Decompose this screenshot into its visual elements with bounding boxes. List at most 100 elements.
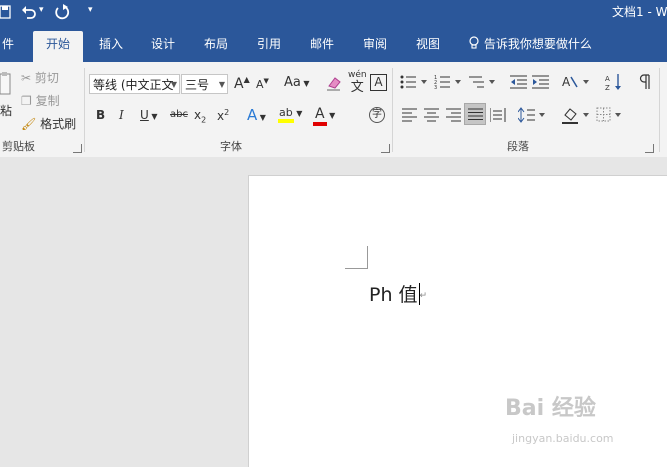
redo-icon[interactable]	[54, 3, 70, 20]
chevron-down-icon: ▼	[170, 80, 177, 89]
change-case-icon: Aa	[284, 75, 301, 90]
watermark-logo: Bai 经验	[505, 396, 596, 421]
change-case-button[interactable]: Aa ▼	[284, 75, 310, 90]
shrink-font-button[interactable]: A▼	[256, 77, 269, 91]
tab-review[interactable]: 审阅	[360, 31, 390, 62]
copy-button[interactable]: ❐ 复制	[21, 92, 60, 109]
font-launcher-icon[interactable]	[381, 144, 390, 153]
font-name-dropdown[interactable]: 等线 (中文正文 ▼	[89, 74, 180, 94]
undo-dropdown-icon[interactable]: ▾	[39, 5, 44, 15]
phonetic-guide-top: wén	[348, 70, 367, 80]
separator	[84, 68, 85, 152]
italic-button[interactable]: I	[119, 108, 124, 122]
align-left-icon[interactable]	[402, 108, 418, 122]
grow-font-button[interactable]: A▲	[234, 75, 250, 92]
clipboard-group-label: 剪贴板	[2, 140, 35, 153]
grow-font-icon: A	[234, 76, 244, 92]
document-page[interactable]: Ph 值 ↵	[248, 175, 667, 467]
document-text-content: Ph 值	[369, 284, 418, 306]
copy-label: 复制	[35, 94, 60, 108]
tab-file[interactable]: 件	[0, 31, 16, 62]
paragraph-mark: ↵	[419, 291, 428, 301]
copy-icon: ❐	[21, 94, 32, 108]
paste-icon[interactable]	[0, 70, 12, 98]
watermark-url: jingyan.baidu.com	[512, 432, 614, 445]
font-size-dropdown[interactable]: 三号 ▼	[181, 74, 228, 94]
text-effects-icon: A	[247, 106, 258, 124]
paragraph-launcher-icon[interactable]	[645, 144, 654, 153]
strikethrough-button[interactable]: abc	[170, 109, 188, 120]
enclose-characters-button[interactable]: 字	[369, 107, 385, 123]
svg-text:3: 3	[434, 85, 437, 90]
paste-label[interactable]: 粘	[0, 102, 12, 119]
subscript-button[interactable]: x2	[194, 108, 206, 124]
tell-me-label: 告诉我你想要做什么	[483, 37, 592, 51]
align-center-icon[interactable]	[424, 108, 440, 122]
clipboard-launcher-icon[interactable]	[73, 144, 82, 153]
phonetic-guide-button[interactable]: wén 文	[348, 70, 367, 95]
ribbon-home: 粘 ✂ 剪切 ❐ 复制 🖌 格式刷 剪贴板 等线 (中文正文 ▼ 三号 ▼ A▲	[0, 62, 667, 158]
show-marks-icon[interactable]	[638, 74, 652, 90]
tab-mailings[interactable]: 邮件	[307, 31, 337, 62]
svg-text:A: A	[562, 75, 571, 89]
ribbon-tabs: 件 开始 插入 设计 布局 引用 邮件 审阅 视图 告诉我你想要做什么	[0, 24, 667, 62]
multilevel-list-icon[interactable]	[468, 74, 496, 90]
tab-view[interactable]: 视图	[413, 31, 443, 62]
numbering-icon[interactable]: 123	[434, 74, 462, 90]
save-icon[interactable]	[0, 5, 12, 19]
distributed-icon[interactable]	[490, 108, 506, 122]
phonetic-guide-icon: 文	[350, 80, 364, 95]
tab-design[interactable]: 设计	[148, 31, 178, 62]
tab-home[interactable]: 开始	[33, 31, 83, 62]
tab-layout[interactable]: 布局	[201, 31, 231, 62]
tab-references[interactable]: 引用	[254, 31, 284, 62]
window-title: 文档1 - W	[612, 5, 667, 19]
sort-icon[interactable]: AZ	[605, 73, 623, 91]
brush-icon: 🖌	[21, 117, 37, 131]
line-spacing-icon[interactable]	[518, 107, 546, 123]
increase-indent-icon[interactable]	[532, 74, 550, 90]
customize-qat-icon[interactable]: ▾	[88, 5, 93, 15]
paragraph-group-label: 段落	[507, 140, 529, 153]
cut-label: 剪切	[34, 71, 59, 85]
chevron-down-icon: ▼	[218, 80, 225, 89]
justify-button[interactable]	[464, 103, 486, 125]
borders-icon[interactable]	[596, 107, 624, 123]
character-border-button[interactable]: A	[370, 74, 387, 91]
bullets-icon[interactable]	[400, 74, 428, 90]
decrease-indent-icon[interactable]	[510, 74, 528, 90]
text-effects-button[interactable]: A ▼	[247, 106, 266, 124]
cut-button[interactable]: ✂ 剪切	[21, 69, 59, 86]
underline-icon: U	[140, 108, 149, 122]
align-right-icon[interactable]	[446, 108, 462, 122]
format-painter-button[interactable]: 🖌 格式刷	[21, 115, 76, 132]
highlight-button[interactable]: ab ▼	[278, 106, 302, 123]
font-color-button[interactable]: A ▼	[313, 106, 335, 126]
scissors-icon: ✂	[21, 71, 32, 85]
shrink-font-icon: A	[256, 78, 264, 91]
underline-button[interactable]: U ▼	[140, 108, 158, 122]
title-bar: ▾ ▾ 文档1 - W	[0, 0, 667, 24]
document-text[interactable]: Ph 值 ↵	[369, 280, 427, 307]
highlight-icon: ab	[278, 106, 294, 123]
font-name-value: 等线 (中文正文	[93, 78, 174, 92]
chinese-layout-icon[interactable]: A	[562, 74, 590, 90]
font-group-label: 字体	[220, 140, 242, 153]
shading-icon[interactable]	[562, 106, 590, 124]
svg-text:A: A	[605, 75, 610, 83]
svg-text:Z: Z	[605, 84, 610, 91]
tell-me-box[interactable]: 告诉我你想要做什么	[468, 31, 592, 62]
font-size-value: 三号	[185, 78, 210, 92]
margin-corner-mark	[345, 246, 368, 269]
clear-formatting-icon[interactable]	[326, 74, 342, 92]
character-border-icon: A	[374, 75, 383, 89]
separator	[392, 68, 393, 152]
bold-button[interactable]: B	[96, 108, 105, 122]
superscript-button[interactable]: x2	[217, 108, 229, 123]
tab-insert[interactable]: 插入	[96, 31, 126, 62]
lightbulb-icon	[469, 36, 479, 49]
separator	[659, 68, 660, 152]
font-color-icon: A	[313, 106, 327, 126]
undo-icon[interactable]	[21, 4, 37, 20]
enclose-characters-icon: 字	[372, 109, 382, 120]
